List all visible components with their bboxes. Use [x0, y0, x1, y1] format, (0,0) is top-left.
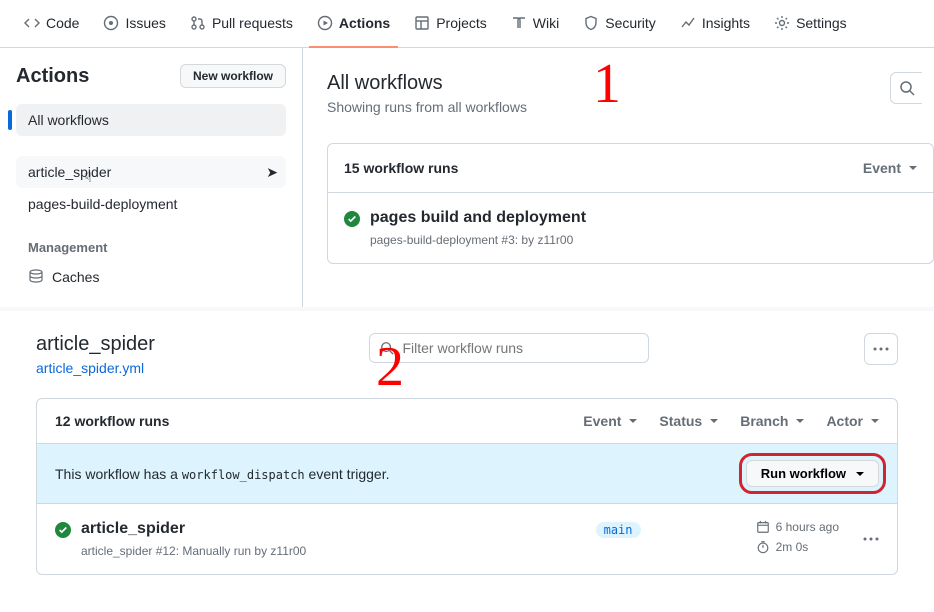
dispatch-code: workflow_dispatch — [182, 468, 305, 482]
run-row[interactable]: pages build and deployment pages-build-d… — [328, 193, 933, 263]
actions-sidebar: Actions New workflow All workflows artic… — [0, 48, 302, 307]
filter-status[interactable]: Status — [659, 413, 718, 429]
pr-icon — [190, 15, 206, 31]
tab-label: Actions — [339, 15, 390, 31]
all-workflows-main: All workflows Showing runs from all work… — [302, 48, 934, 307]
tab-pull-requests[interactable]: Pull requests — [182, 0, 301, 48]
run-title: pages build and deployment — [370, 209, 586, 227]
kebab-icon — [863, 537, 879, 541]
status-success-icon — [344, 211, 360, 227]
book-icon — [511, 15, 527, 31]
tab-insights[interactable]: Insights — [672, 0, 758, 48]
run-time: 6 hours ago — [776, 520, 839, 534]
workflow-detail-panel: 2 article_spider article_spider.yml 12 w… — [0, 311, 934, 575]
sidebar-title: Actions — [16, 65, 89, 88]
project-icon — [414, 15, 430, 31]
sidebar-item-pages-build-deployment[interactable]: pages-build-deployment — [16, 188, 286, 220]
actions-panel: Actions New workflow All workflows artic… — [0, 48, 934, 311]
cursor-arrow-icon: ➤ — [266, 164, 278, 181]
tab-issues[interactable]: Issues — [95, 0, 173, 48]
database-icon — [28, 269, 44, 285]
sidebar-item-article-spider[interactable]: article_spider ➤ ☟ — [16, 156, 286, 188]
tab-label: Code — [46, 15, 79, 31]
dispatch-banner: This workflow has a workflow_dispatch ev… — [37, 444, 897, 504]
event-filter[interactable]: Event — [863, 160, 917, 176]
repo-tabs: Code Issues Pull requests Actions Projects Wi… — [0, 0, 934, 48]
workflow-yml-link[interactable]: article_spider.yml — [36, 360, 144, 376]
run-title: article_spider — [81, 520, 306, 538]
gear-icon — [774, 15, 790, 31]
page-subtitle: Showing runs from all workflows — [327, 99, 934, 115]
runs-count: 15 workflow runs — [344, 160, 458, 176]
dispatch-text: This workflow has a — [55, 466, 182, 482]
runs-list: 15 workflow runs Event pages build and d… — [327, 143, 934, 264]
workflow-menu-button[interactable] — [864, 333, 898, 365]
dispatch-text: event trigger. — [305, 466, 390, 482]
search-button[interactable] — [890, 72, 922, 104]
run-menu-button[interactable] — [863, 537, 879, 541]
sidebar-item-label: pages-build-deployment — [28, 196, 177, 212]
stopwatch-icon — [756, 540, 770, 554]
issue-icon — [103, 15, 119, 31]
workflow-title: article_spider — [36, 333, 155, 356]
tab-label: Wiki — [533, 15, 559, 31]
tab-label: Pull requests — [212, 15, 293, 31]
play-icon — [317, 15, 333, 31]
sidebar-item-caches[interactable]: Caches — [16, 263, 286, 291]
tab-projects[interactable]: Projects — [406, 0, 495, 48]
filter-runs-input[interactable] — [369, 333, 649, 363]
tab-label: Projects — [436, 15, 487, 31]
run-row[interactable]: article_spider article_spider #12: Manua… — [37, 504, 897, 574]
kebab-icon — [873, 347, 889, 351]
filter-branch[interactable]: Branch — [740, 413, 804, 429]
sidebar-item-label: article_spider — [28, 164, 111, 180]
tab-settings[interactable]: Settings — [766, 0, 855, 48]
tab-wiki[interactable]: Wiki — [503, 0, 567, 48]
sidebar-item-label: All workflows — [28, 112, 109, 128]
runs-count: 12 workflow runs — [55, 413, 169, 429]
run-meta: pages-build-deployment #3: by z11r00 — [370, 233, 586, 247]
shield-icon — [583, 15, 599, 31]
sidebar-item-all-workflows[interactable]: All workflows — [16, 104, 286, 136]
graph-icon — [680, 15, 696, 31]
branch-pill[interactable]: main — [596, 522, 641, 538]
tab-security[interactable]: Security — [575, 0, 664, 48]
status-success-icon — [55, 522, 71, 538]
tab-label: Issues — [125, 15, 165, 31]
run-duration: 2m 0s — [776, 540, 809, 554]
run-meta: article_spider #12: Manually run by z11r… — [81, 544, 306, 558]
management-heading: Management — [16, 240, 286, 255]
calendar-icon — [756, 520, 770, 534]
tab-label: Settings — [796, 15, 847, 31]
tab-label: Security — [605, 15, 656, 31]
run-workflow-button[interactable]: Run workflow — [746, 460, 879, 487]
page-title: All workflows — [327, 72, 934, 95]
code-icon — [24, 15, 40, 31]
tab-code[interactable]: Code — [16, 0, 87, 48]
tab-label: Insights — [702, 15, 750, 31]
filter-event[interactable]: Event — [583, 413, 637, 429]
new-workflow-button[interactable]: New workflow — [180, 64, 286, 88]
search-icon — [899, 80, 915, 96]
sidebar-item-label: Caches — [52, 269, 99, 285]
filter-actor[interactable]: Actor — [826, 413, 879, 429]
runs-list: 12 workflow runs EventStatusBranchActor … — [36, 398, 898, 575]
filter-runs-field[interactable] — [402, 340, 638, 356]
tab-actions[interactable]: Actions — [309, 0, 398, 48]
search-icon — [380, 341, 394, 355]
